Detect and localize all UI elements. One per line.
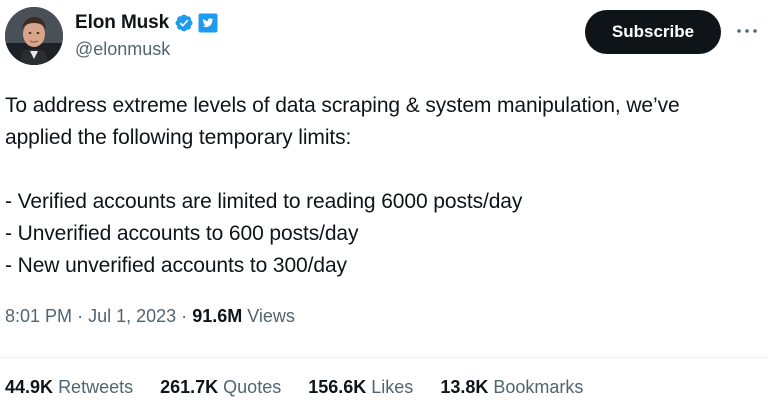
avatar[interactable] xyxy=(5,7,63,65)
bookmarks-count: 13.8K xyxy=(440,377,489,397)
likes-stat[interactable]: 156.6K Likes xyxy=(308,377,413,398)
quotes-stat[interactable]: 261.7K Quotes xyxy=(160,377,281,398)
tweet-header: Elon Musk @elonmusk Subscribe xyxy=(5,7,763,65)
author-info: Elon Musk @elonmusk xyxy=(75,11,218,60)
likes-count: 156.6K xyxy=(308,377,367,397)
subscribe-button[interactable]: Subscribe xyxy=(585,10,721,54)
likes-label: Likes xyxy=(371,377,414,397)
tweet-card: Elon Musk @elonmusk Subscribe To address… xyxy=(0,0,768,415)
tweet-text: To address extreme levels of data scrapi… xyxy=(5,90,763,282)
tweet-line: applied the following temporary limits: xyxy=(5,126,352,149)
author-display-name[interactable]: Elon Musk xyxy=(75,12,169,34)
tweet-line: - New unverified accounts to 300/day xyxy=(5,254,347,277)
quotes-label: Quotes xyxy=(223,377,282,397)
meta-separator: · xyxy=(77,306,84,326)
author-handle[interactable]: @elonmusk xyxy=(75,39,218,60)
bookmarks-stat[interactable]: 13.8K Bookmarks xyxy=(440,377,583,398)
views-count: 91.6M xyxy=(192,306,243,326)
tweet-line: - Verified accounts are limited to readi… xyxy=(5,190,523,213)
views-label: Views xyxy=(247,306,295,326)
bookmarks-label: Bookmarks xyxy=(493,377,584,397)
more-options-button[interactable] xyxy=(733,19,761,43)
author-name-row: Elon Musk xyxy=(75,11,218,35)
ellipsis-icon xyxy=(737,29,757,33)
tweet-date[interactable]: Jul 1, 2023 xyxy=(88,306,176,326)
retweets-count: 44.9K xyxy=(5,377,54,397)
retweets-stat[interactable]: 44.9K Retweets xyxy=(5,377,133,398)
divider xyxy=(0,357,768,358)
engagement-stats: 44.9K Retweets 261.7K Quotes 156.6K Like… xyxy=(5,377,610,398)
tweet-line: - Unverified accounts to 600 posts/day xyxy=(5,222,359,245)
tweet-line: To address extreme levels of data scrapi… xyxy=(5,94,680,117)
tweet-time[interactable]: 8:01 PM xyxy=(5,306,72,326)
avatar-image xyxy=(5,7,63,65)
verified-badge-icon[interactable] xyxy=(174,13,194,33)
tweet-meta: 8:01 PM · Jul 1, 2023 · 91.6M Views xyxy=(5,306,295,327)
retweets-label: Retweets xyxy=(58,377,134,397)
affiliation-badge-icon[interactable] xyxy=(198,13,218,33)
meta-separator: · xyxy=(181,306,188,326)
quotes-count: 261.7K xyxy=(160,377,219,397)
